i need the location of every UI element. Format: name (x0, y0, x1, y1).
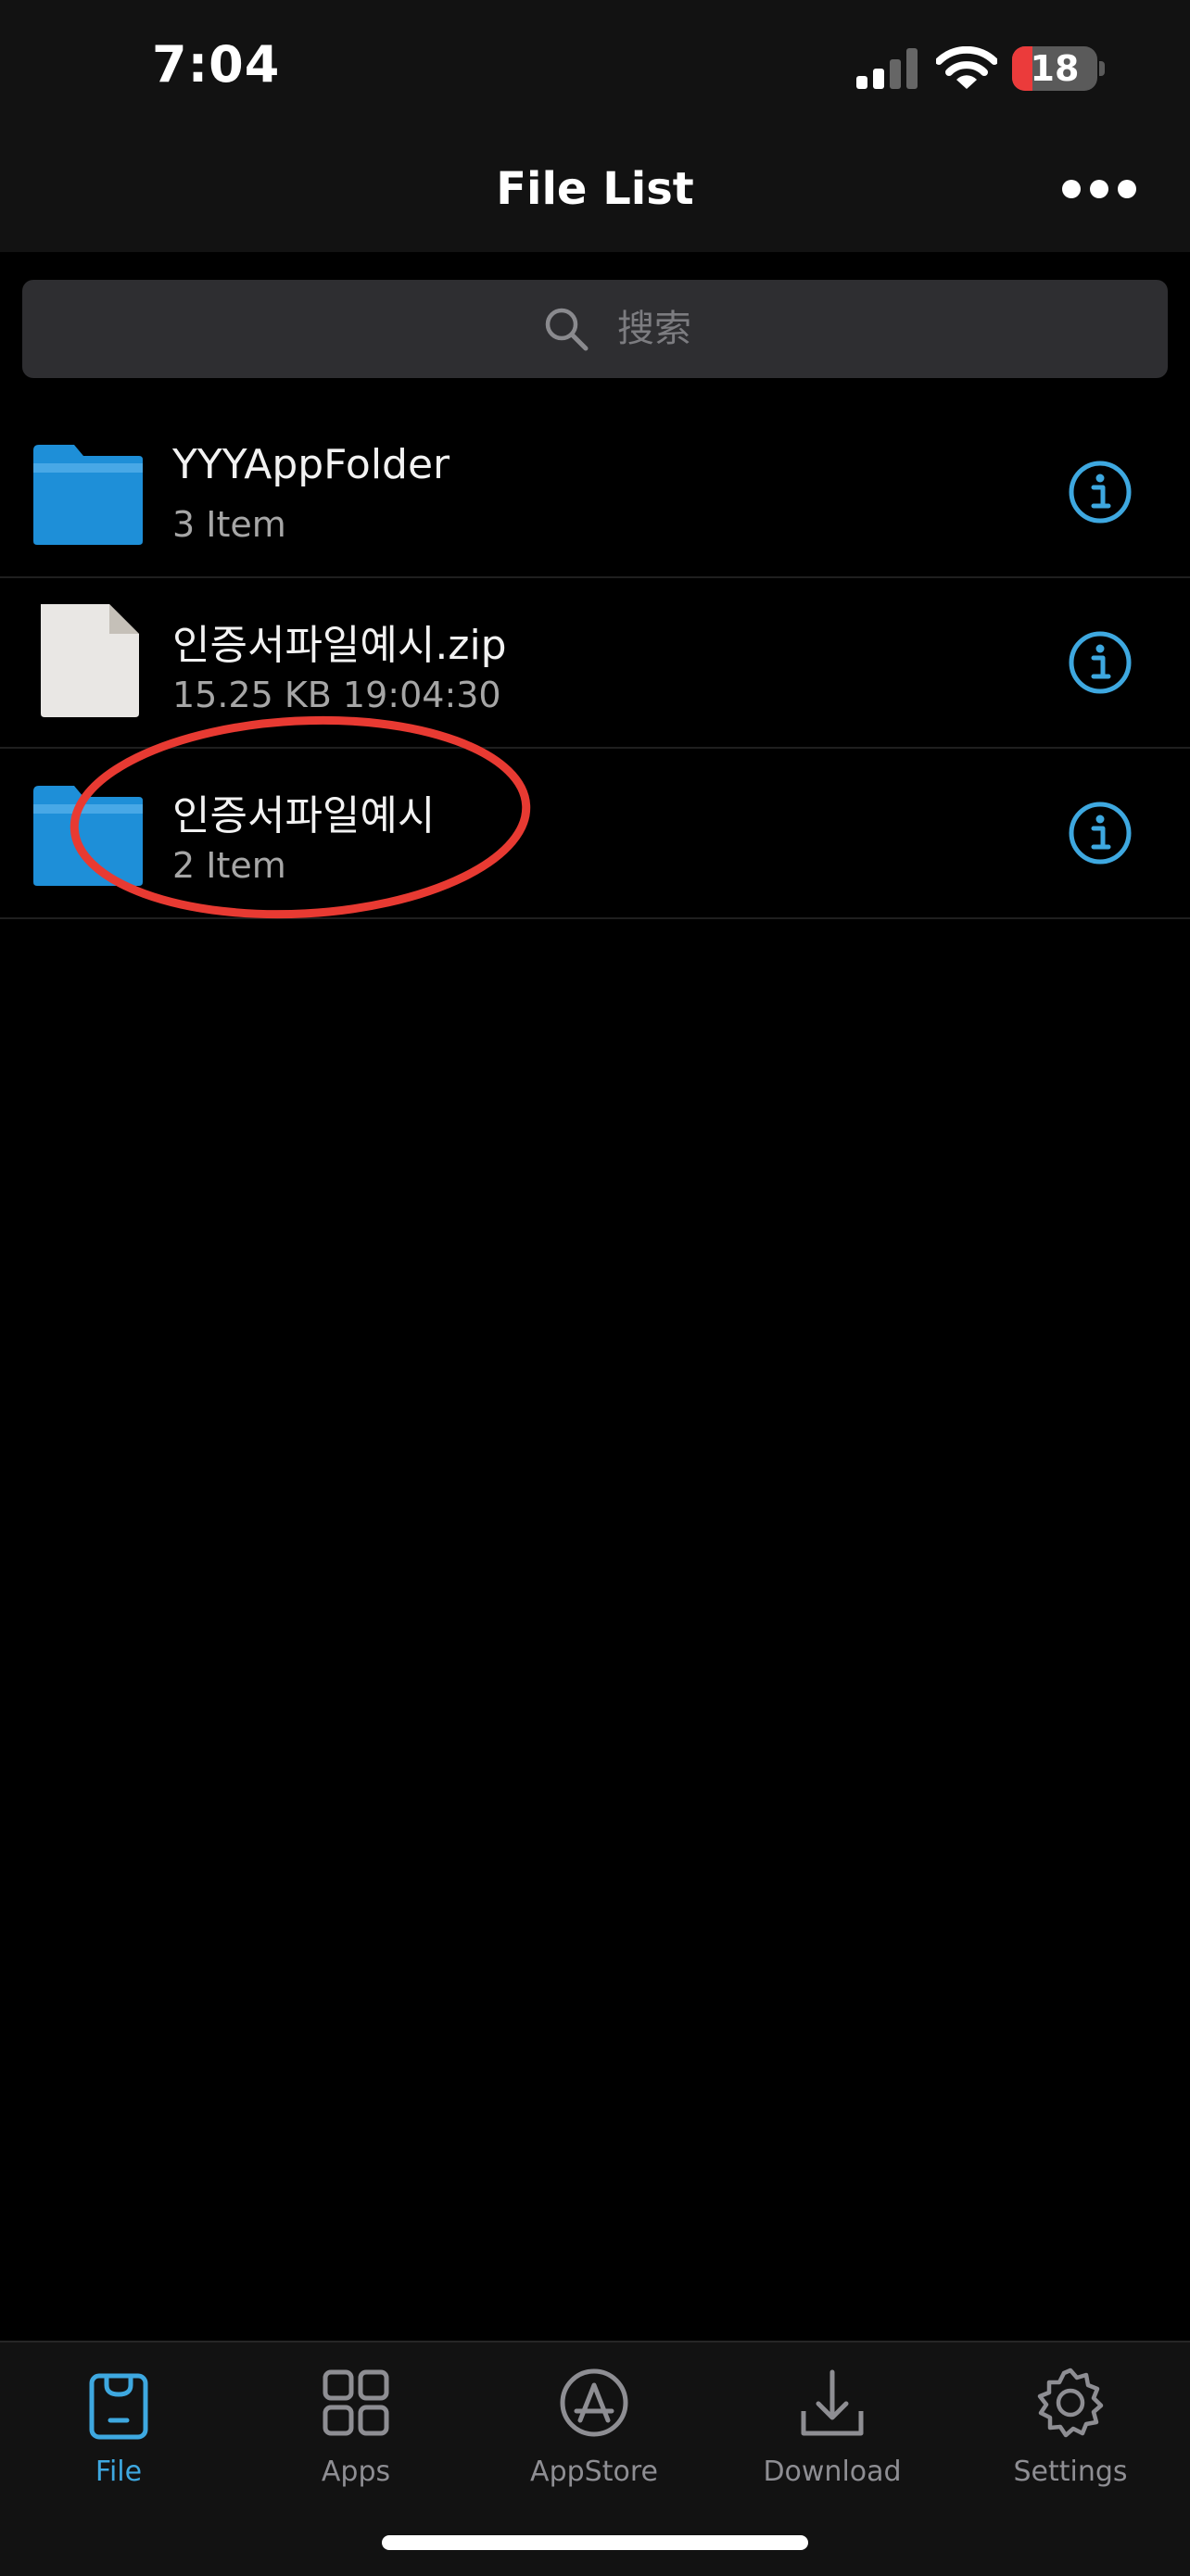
search-placeholder: 搜索 (617, 308, 691, 350)
file-tab-icon (89, 2373, 148, 2440)
tab-label: Download (763, 2456, 902, 2488)
search-icon (545, 308, 589, 351)
top-bar: 7:04 18 File List (0, 0, 1190, 252)
tab-label: Settings (1013, 2456, 1128, 2488)
tab-apps[interactable]: Apps (237, 2361, 475, 2500)
more-options-button[interactable] (1060, 170, 1138, 208)
item-detail: 15.25 KB 19:04:30 (172, 675, 501, 715)
home-indicator[interactable] (382, 2535, 808, 2550)
apps-grid-icon (323, 2369, 389, 2436)
tab-label: File (95, 2456, 143, 2488)
tab-appstore[interactable]: AppStore (475, 2361, 713, 2500)
tab-download[interactable]: Download (714, 2361, 951, 2500)
info-icon[interactable] (1068, 460, 1133, 524)
tab-file[interactable]: File (0, 2361, 237, 2500)
folder-icon (33, 445, 143, 545)
item-name: YYYAppFolder (172, 441, 450, 488)
status-time: 7:04 (152, 35, 281, 94)
tab-settings[interactable]: Settings (952, 2361, 1189, 2500)
item-name: 인증서파일예시.zip (172, 622, 507, 669)
battery-nub (1099, 61, 1105, 76)
list-item[interactable]: YYYAppFolder 3 Item (0, 408, 1190, 578)
appstore-icon (560, 2368, 628, 2437)
document-icon (41, 604, 139, 717)
gear-icon (1037, 2368, 1104, 2438)
battery-indicator: 18 (1012, 46, 1097, 91)
download-icon (801, 2369, 864, 2436)
battery-percent: 18 (1030, 48, 1080, 89)
tab-label: AppStore (530, 2456, 658, 2488)
cellular-signal-icon (856, 48, 918, 89)
wifi-icon (936, 46, 997, 89)
item-detail: 3 Item (172, 504, 286, 545)
tab-label: Apps (321, 2456, 391, 2488)
info-icon[interactable] (1068, 630, 1133, 695)
page-title: File List (496, 163, 694, 215)
annotation-ellipse (70, 715, 531, 919)
search-bar[interactable]: 搜索 (22, 280, 1168, 378)
info-icon[interactable] (1068, 801, 1133, 865)
